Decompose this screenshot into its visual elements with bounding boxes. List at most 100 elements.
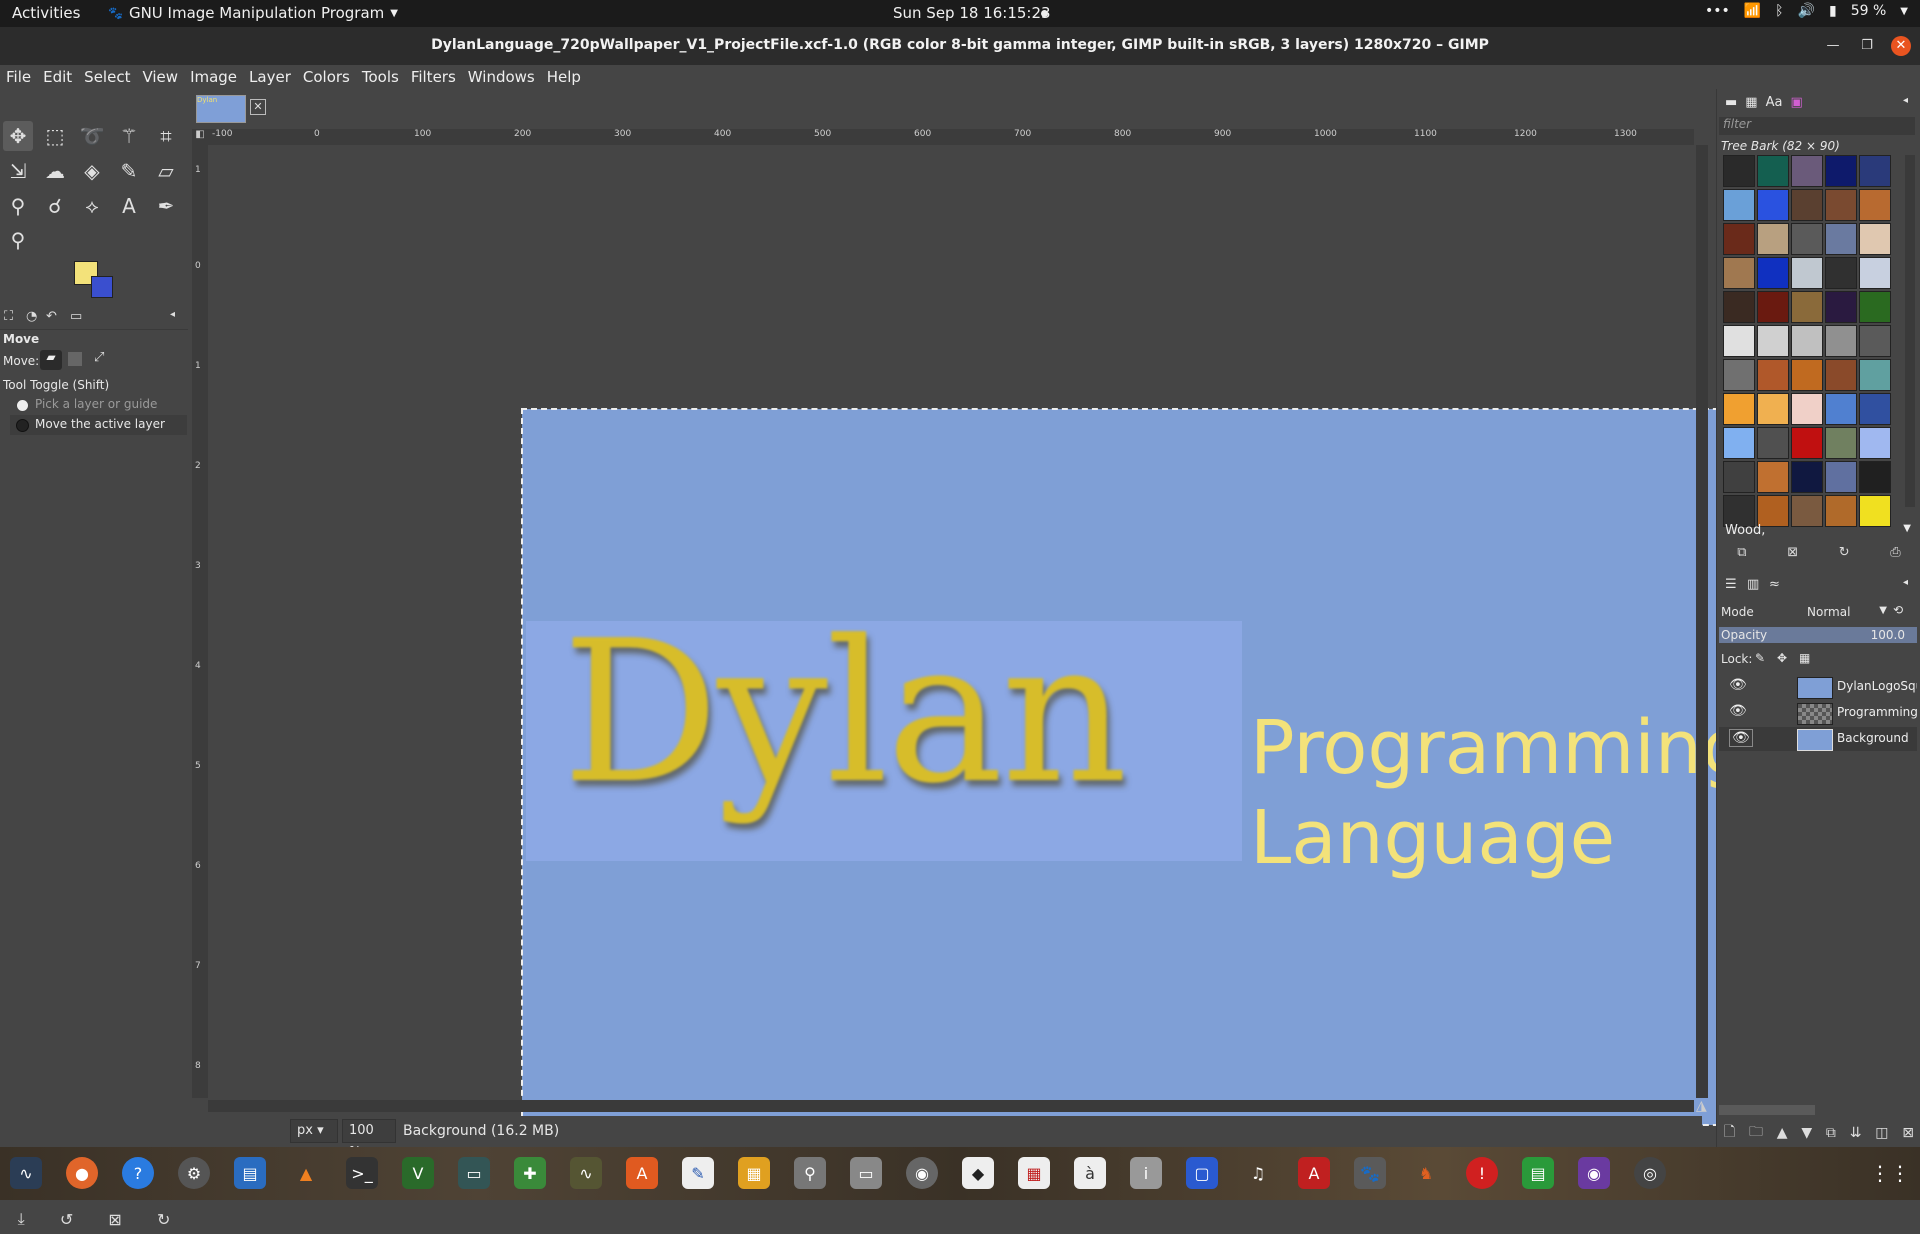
pattern-swatch[interactable] (1825, 461, 1857, 493)
pattern-swatch[interactable] (1859, 461, 1891, 493)
pattern-swatch[interactable] (1825, 291, 1857, 323)
move-layer-mode-icon[interactable]: ▰ (40, 350, 62, 370)
disk-icon[interactable]: ◉ (906, 1157, 938, 1189)
pattern-swatch[interactable] (1791, 325, 1823, 357)
pick-layer-radio[interactable] (16, 399, 29, 412)
text-tool-icon[interactable]: A (114, 191, 144, 221)
lock-position-icon[interactable]: ✥ (1777, 651, 1787, 665)
vim-icon[interactable]: V (402, 1157, 434, 1189)
tab-menu-icon[interactable]: ◂ (170, 309, 175, 320)
firefox-icon[interactable]: ● (66, 1157, 98, 1189)
rect-select-tool-icon[interactable]: ⬚ (40, 121, 70, 151)
pattern-swatch[interactable] (1757, 223, 1789, 255)
pattern-swatch[interactable] (1825, 257, 1857, 289)
menu-layer[interactable]: Layer (243, 65, 297, 89)
pattern-swatch[interactable] (1757, 257, 1789, 289)
menu-image[interactable]: Image (184, 65, 243, 89)
calendar-icon[interactable]: ▦ (1018, 1157, 1050, 1189)
layer-row[interactable]: 👁 Programming (1719, 701, 1917, 725)
close-image-tab-icon[interactable]: ✕ (250, 99, 266, 115)
transform-tool-icon[interactable]: ⇲ (3, 156, 33, 186)
system-tray[interactable]: ••• 📶 ᛒ 🔊 ▮ 59 % ▼ (1705, 3, 1908, 19)
images-tab-icon[interactable]: ▭ (70, 309, 82, 324)
pattern-swatch[interactable] (1791, 393, 1823, 425)
more-icon[interactable]: ••• (1705, 3, 1730, 19)
pattern-swatch[interactable] (1859, 155, 1891, 187)
pattern-swatch[interactable] (1825, 359, 1857, 391)
settings-icon[interactable]: ⚙ (178, 1157, 210, 1189)
paths-tool-icon[interactable]: ⟡ (77, 191, 107, 221)
horizontal-scrollbar[interactable] (208, 1100, 1694, 1112)
delete-layer-icon[interactable]: ⊠ (1902, 1125, 1914, 1141)
refresh-patterns-icon[interactable]: ↻ (1839, 545, 1850, 567)
pattern-swatch[interactable] (1825, 325, 1857, 357)
warp-tool-icon[interactable]: ☁ (40, 156, 70, 186)
pattern-swatch[interactable] (1825, 189, 1857, 221)
calculator-icon[interactable]: ▦ (738, 1157, 770, 1189)
pattern-swatch[interactable] (1825, 223, 1857, 255)
pattern-tag-select[interactable]: Wood, ▼ (1719, 521, 1915, 541)
minimize-button[interactable]: — (1823, 36, 1843, 56)
channels-tab-icon[interactable]: ▥ (1747, 577, 1759, 592)
color-picker-tool-icon[interactable]: ✒ (151, 191, 181, 221)
dock-menu-icon[interactable]: ◂ (1903, 95, 1908, 106)
text-editor-icon[interactable]: ✎ (682, 1157, 714, 1189)
duplicate-pattern-icon[interactable]: ⧉ (1737, 545, 1746, 567)
pattern-swatch[interactable] (1757, 155, 1789, 187)
app-center-icon[interactable]: A (626, 1157, 658, 1189)
move-path-mode-icon[interactable]: ⤢ (94, 350, 104, 365)
reset-options-icon[interactable]: ↻ (157, 1210, 170, 1229)
delete-pattern-icon[interactable]: ⊠ (1787, 545, 1798, 567)
pattern-swatch[interactable] (1757, 291, 1789, 323)
pattern-swatch[interactable] (1723, 189, 1755, 221)
visibility-eye-icon[interactable]: 👁 (1729, 729, 1753, 747)
help-icon[interactable]: ? (122, 1157, 154, 1189)
pattern-swatch[interactable] (1723, 223, 1755, 255)
lasso-tool-icon[interactable]: ➰ (77, 121, 107, 151)
pattern-swatch[interactable] (1757, 325, 1789, 357)
pattern-swatch[interactable] (1723, 291, 1755, 323)
device-status-tab-icon[interactable]: ◔ (26, 309, 37, 324)
new-group-icon[interactable]: 🗀 (1749, 1121, 1763, 1145)
lock-alpha-icon[interactable]: ▦ (1799, 651, 1810, 665)
pattern-swatch[interactable] (1723, 461, 1755, 493)
pattern-filter-input[interactable]: filter (1719, 117, 1915, 135)
layers-tab-icon[interactable]: ☰ (1725, 577, 1737, 592)
terminal-icon[interactable]: >_ (346, 1157, 378, 1189)
lower-layer-icon[interactable]: ▼ (1801, 1125, 1812, 1141)
dock-menu-icon[interactable]: ◂ (1903, 577, 1908, 588)
menu-colors[interactable]: Colors (297, 65, 356, 89)
smudge-tool-icon[interactable]: ☌ (40, 191, 70, 221)
spreadsheet-icon[interactable]: ▤ (1522, 1157, 1554, 1189)
inkscape-icon[interactable]: ◆ (962, 1157, 994, 1189)
delete-options-icon[interactable]: ⊠ (108, 1210, 121, 1229)
pattern-swatch[interactable] (1859, 257, 1891, 289)
image-canvas[interactable]: Dylan Programming Language (521, 408, 1799, 1126)
move-active-layer-radio[interactable] (16, 419, 29, 432)
layers-scrollbar[interactable] (1719, 1105, 1815, 1115)
pattern-swatch[interactable] (1859, 291, 1891, 323)
unit-select[interactable]: px ▾ (290, 1119, 338, 1143)
pattern-swatch[interactable] (1723, 257, 1755, 289)
lock-pixels-icon[interactable]: ✎ (1755, 651, 1765, 665)
pattern-swatch[interactable] (1791, 359, 1823, 391)
activities-button[interactable]: Activities (12, 4, 80, 22)
undo-history-tab-icon[interactable]: ↶ (46, 309, 57, 324)
pattern-swatch[interactable] (1723, 427, 1755, 459)
pattern-swatch[interactable] (1791, 155, 1823, 187)
tool-options-tab-icon[interactable]: ⛶ (4, 309, 13, 324)
gnome-extension-icon[interactable]: ✚ (514, 1157, 546, 1189)
pattern-swatch[interactable] (1859, 393, 1891, 425)
pattern-swatch[interactable] (1723, 359, 1755, 391)
pattern-swatch[interactable] (1859, 223, 1891, 255)
pattern-swatch[interactable] (1757, 427, 1789, 459)
horizontal-ruler[interactable]: -100 0 100 200 300 400 500 600 700 800 9… (208, 129, 1694, 146)
background-color-swatch[interactable] (91, 276, 113, 298)
image-tab-thumbnail[interactable]: Dylan (196, 95, 246, 123)
pattern-swatch[interactable] (1859, 189, 1891, 221)
pattern-swatch[interactable] (1791, 461, 1823, 493)
gimp-icon[interactable]: 🐾 (1354, 1157, 1386, 1189)
new-layer-icon[interactable]: 🗋 (1724, 1121, 1735, 1145)
pattern-grid[interactable] (1723, 155, 1893, 527)
chromium-icon[interactable]: ◎ (1634, 1157, 1666, 1189)
